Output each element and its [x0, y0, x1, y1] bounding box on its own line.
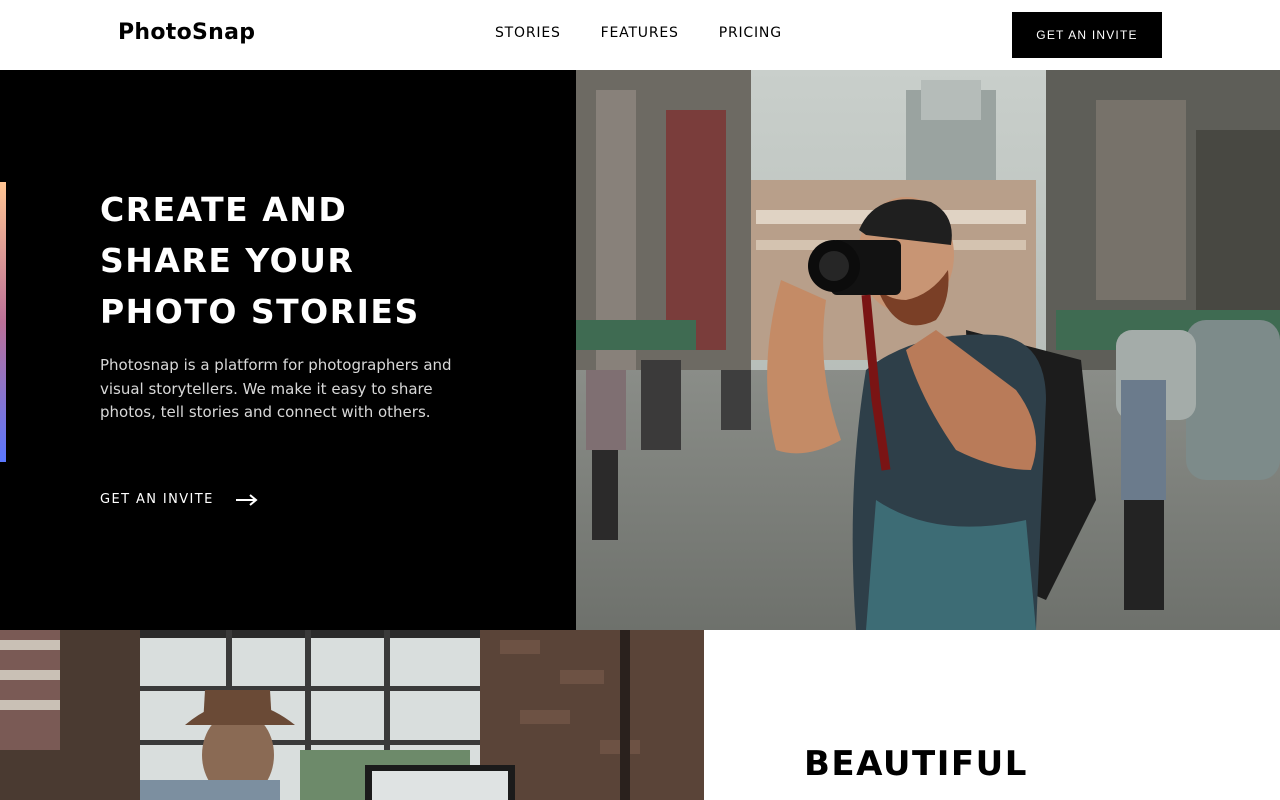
get-invite-button[interactable]: GET AN INVITE — [1012, 12, 1162, 58]
nav-link-stories[interactable]: STORIES — [495, 25, 561, 41]
accent-bar — [0, 182, 6, 462]
hero-title: CREATE AND SHARE YOUR PHOTO STORIES — [100, 184, 520, 337]
hero-section: CREATE AND SHARE YOUR PHOTO STORIES Phot… — [0, 70, 1280, 630]
photographer-street-image — [576, 70, 1280, 630]
nav-link-features[interactable]: FEATURES — [601, 25, 679, 41]
hero-invite-link[interactable]: GET AN INVITE — [100, 492, 258, 507]
feature-photo — [0, 630, 704, 800]
photographer-laptop-image — [0, 630, 704, 800]
feature-section: BEAUTIFUL — [0, 630, 1280, 800]
arrow-right-icon — [235, 493, 258, 506]
nav-link-pricing[interactable]: PRICING — [719, 25, 782, 41]
hero-panel: CREATE AND SHARE YOUR PHOTO STORIES Phot… — [0, 70, 576, 630]
hero-title-line: SHARE YOUR — [100, 241, 355, 280]
main-nav: STORIES FEATURES PRICING — [495, 25, 782, 41]
hero-photo — [576, 70, 1280, 630]
hero-title-line: CREATE AND — [100, 190, 348, 229]
hero-description: Photosnap is a platform for photographer… — [100, 356, 452, 421]
site-header: PhotoSnap STORIES FEATURES PRICING GET A… — [0, 0, 1280, 70]
logo[interactable]: PhotoSnap — [118, 20, 255, 45]
feature-title: BEAUTIFUL — [804, 744, 1028, 784]
hero-title-line: PHOTO STORIES — [100, 292, 420, 331]
hero-invite-label: GET AN INVITE — [100, 492, 214, 507]
